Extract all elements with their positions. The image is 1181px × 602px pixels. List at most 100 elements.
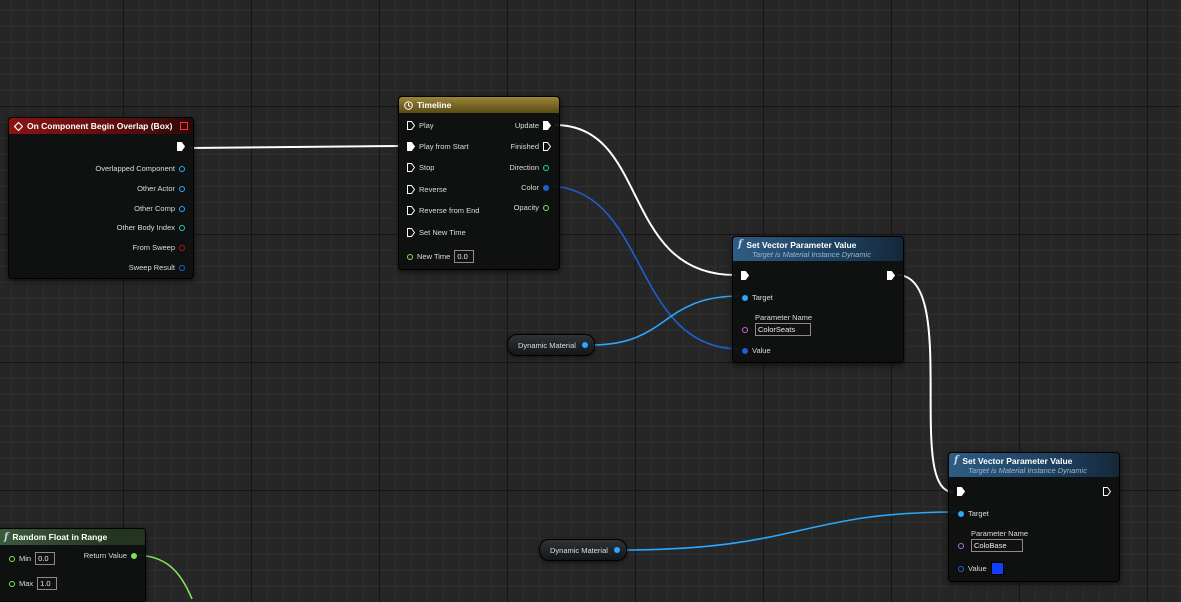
exec-in-pin[interactable] xyxy=(407,185,415,194)
input-label: Reverse from End xyxy=(419,206,480,215)
new-time-field[interactable]: 0.0 xyxy=(454,250,475,263)
exec-out-pin[interactable] xyxy=(543,142,551,151)
timeline-header[interactable]: Timeline xyxy=(399,97,559,113)
overlap-output-from-sweep[interactable]: From Sweep xyxy=(132,243,185,252)
parameter-name-field[interactable]: ColorSeats xyxy=(755,323,811,336)
integer-pin[interactable] xyxy=(179,224,185,231)
name-pin[interactable] xyxy=(958,542,964,549)
color-value-swatch[interactable] xyxy=(990,562,1004,575)
max-field[interactable]: 1.0 xyxy=(37,577,58,590)
timeline-input-set-new-time[interactable]: Set New Time xyxy=(407,228,466,237)
overlap-output-overlapped-component[interactable]: Overlapped Component xyxy=(95,164,185,173)
set-vector-param-node-1[interactable]: f Set Vector Parameter Value Target is M… xyxy=(732,236,904,363)
exec-wire-overlap-to-timeline xyxy=(189,145,401,149)
overlap-event-header[interactable]: On Component Begin Overlap (Box) xyxy=(9,118,193,134)
set-vector-1-param-name[interactable]: ColorSeats xyxy=(742,323,811,336)
overlap-output-sweep-result[interactable]: Sweep Result xyxy=(129,263,185,272)
name-pin[interactable] xyxy=(742,326,748,333)
input-label: Play from Start xyxy=(419,142,469,151)
timeline-input-stop[interactable]: Stop xyxy=(407,163,434,172)
exec-out-pin[interactable] xyxy=(1103,487,1111,496)
boolean-pin[interactable] xyxy=(179,244,185,251)
exec-out-pin[interactable] xyxy=(887,271,895,280)
set-vector-header-2[interactable]: f Set Vector Parameter Value Target is M… xyxy=(949,453,1119,477)
set-vector-1-value[interactable]: Value xyxy=(742,346,771,355)
dynamic-material-var-2[interactable]: Dynamic Material xyxy=(539,539,627,561)
set-vector-2-target[interactable]: Target xyxy=(958,509,989,518)
exec-wire-set1-to-set2 xyxy=(896,274,954,493)
object-wire-dynmat1-to-target xyxy=(590,295,741,346)
random-float-node[interactable]: f Random Float in Range Min 0.0 Max 1.0 … xyxy=(0,528,146,602)
timeline-output-opacity[interactable]: Opacity xyxy=(514,203,549,212)
object-pin[interactable] xyxy=(958,510,964,517)
output-label: Other Actor xyxy=(137,184,175,193)
float-pin[interactable] xyxy=(131,552,137,559)
set-vector-1-exec-in[interactable] xyxy=(741,271,749,280)
overlap-output-other-body-index[interactable]: Other Body Index xyxy=(117,223,185,232)
set-vector-2-exec-in[interactable] xyxy=(957,487,965,496)
enum-pin[interactable] xyxy=(543,164,549,171)
function-icon: f xyxy=(954,455,959,466)
output-label: Return Value xyxy=(83,551,127,560)
set-vector-1-target[interactable]: Target xyxy=(742,293,773,302)
timeline-input-reverse-from-end[interactable]: Reverse from End xyxy=(407,206,479,215)
exec-wire-update-to-set1 xyxy=(554,124,736,276)
struct-pin[interactable] xyxy=(179,264,185,271)
timeline-output-color[interactable]: Color xyxy=(521,183,549,192)
exec-in-pin[interactable] xyxy=(407,228,415,237)
min-field[interactable]: 0.0 xyxy=(35,552,56,565)
function-icon: f xyxy=(738,239,743,250)
overlap-event-node[interactable]: On Component Begin Overlap (Box) Overlap… xyxy=(8,117,194,279)
variable-label: Dynamic Material xyxy=(550,545,608,555)
exec-in-pin[interactable] xyxy=(407,142,415,151)
exec-in-pin[interactable] xyxy=(741,271,749,280)
output-label: Update xyxy=(514,121,539,130)
timeline-output-finished[interactable]: Finished xyxy=(511,142,551,151)
vector-pin[interactable] xyxy=(543,184,549,191)
object-pin[interactable] xyxy=(179,185,185,192)
exec-in-pin[interactable] xyxy=(407,206,415,215)
timeline-input-reverse[interactable]: Reverse xyxy=(407,185,447,194)
set-vector-2-param-label-row: Parameter Name xyxy=(971,529,1028,538)
object-pin[interactable] xyxy=(179,205,185,212)
variable-label: Dynamic Material xyxy=(518,340,576,350)
vector-pin[interactable] xyxy=(958,565,964,572)
timeline-input-new-time[interactable]: New Time 0.0 xyxy=(407,250,475,263)
random-float-return[interactable]: Return Value xyxy=(84,551,137,560)
set-vector-2-param-name[interactable]: ColoBase xyxy=(958,539,1023,552)
timeline-output-update[interactable]: Update xyxy=(515,121,551,130)
object-pin[interactable] xyxy=(179,165,185,172)
object-pin[interactable] xyxy=(581,342,588,348)
timeline-input-play-from-start[interactable]: Play from Start xyxy=(407,142,469,151)
set-vector-1-exec-out[interactable] xyxy=(887,271,895,280)
vector-pin[interactable] xyxy=(742,347,748,354)
object-pin[interactable] xyxy=(742,294,748,301)
random-float-header[interactable]: f Random Float in Range xyxy=(0,529,145,545)
set-vector-2-exec-out[interactable] xyxy=(1103,487,1111,496)
dynamic-material-var-1[interactable]: Dynamic Material xyxy=(507,334,595,356)
overlap-output-other-comp[interactable]: Other Comp xyxy=(134,204,185,213)
timeline-node[interactable]: Timeline Play Play from Start Stop Rever… xyxy=(398,96,560,270)
set-vector-param-node-2[interactable]: f Set Vector Parameter Value Target is M… xyxy=(948,452,1120,582)
timeline-input-play[interactable]: Play xyxy=(407,121,434,130)
random-float-max[interactable]: Max 1.0 xyxy=(9,577,58,590)
event-diamond-icon xyxy=(14,121,23,131)
object-pin[interactable] xyxy=(613,547,620,553)
set-vector-2-value[interactable]: Value xyxy=(958,562,1004,575)
float-pin[interactable] xyxy=(9,580,15,587)
output-label: Finished xyxy=(510,142,539,151)
float-pin[interactable] xyxy=(543,204,549,211)
overlap-output-other-actor[interactable]: Other Actor xyxy=(137,184,185,193)
exec-out-pin[interactable] xyxy=(543,121,551,130)
set-vector-header-1[interactable]: f Set Vector Parameter Value Target is M… xyxy=(733,237,903,261)
float-pin[interactable] xyxy=(407,253,413,260)
exec-out-pin[interactable] xyxy=(177,142,185,151)
input-label: Stop xyxy=(419,163,435,172)
exec-in-pin[interactable] xyxy=(957,487,965,496)
float-pin[interactable] xyxy=(9,555,15,562)
random-float-min[interactable]: Min 0.0 xyxy=(9,552,56,565)
timeline-output-direction[interactable]: Direction xyxy=(509,163,549,172)
exec-in-pin[interactable] xyxy=(407,121,415,130)
parameter-name-field[interactable]: ColoBase xyxy=(971,539,1023,552)
exec-in-pin[interactable] xyxy=(407,163,415,172)
